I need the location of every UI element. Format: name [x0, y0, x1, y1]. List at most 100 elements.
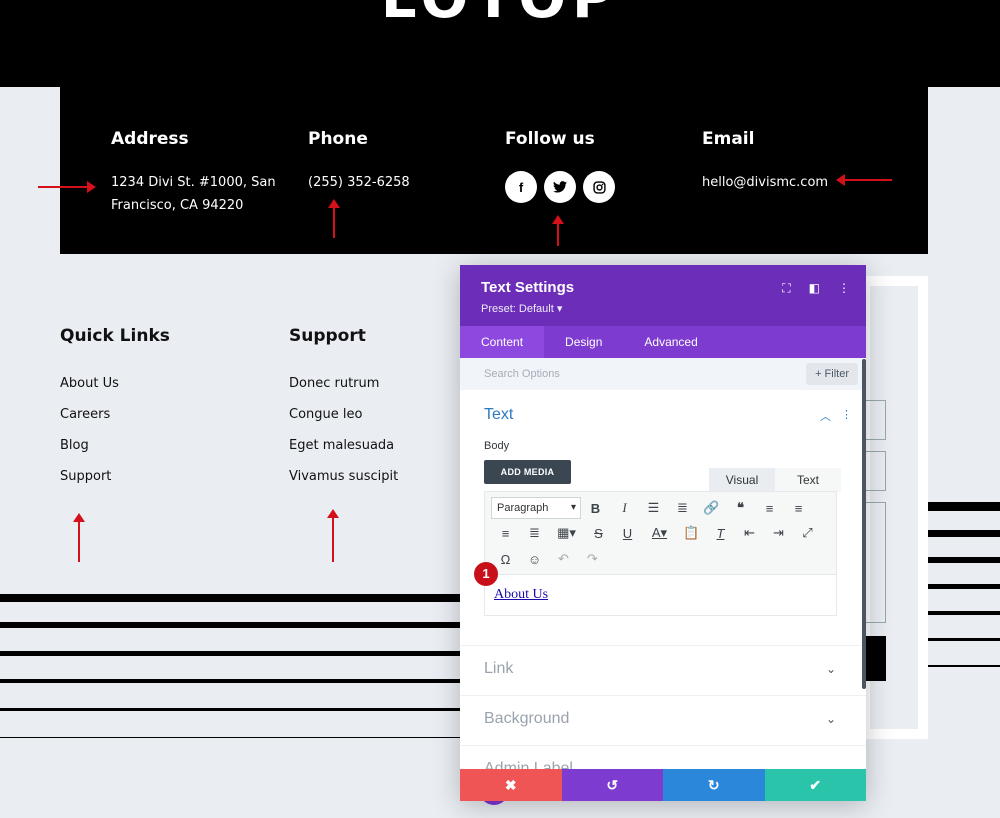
split-view-icon[interactable]: ◧ [809, 281, 820, 296]
panel-tabs: Content Design Advanced [460, 326, 866, 358]
address-text: 1234 Divi St. #1000, San Francisco, CA 94… [111, 175, 276, 213]
support-list: Donec rutrum Congue leo Eget malesuada V… [289, 376, 398, 500]
decorative-stripe [928, 638, 1000, 641]
panel-header: Text Settings Preset: Default ▾ ⛶ ◧ ⋮ [460, 265, 866, 326]
decorative-stripe [0, 708, 460, 711]
tab-content[interactable]: Content [460, 326, 545, 358]
decorative-stripe [0, 651, 460, 656]
redo-icon[interactable]: ↷ [578, 551, 607, 567]
toolbar-row: Paragraph B I ☰ ≣ 🔗 ❝ ≡ ≡ [491, 497, 813, 519]
outdent-icon[interactable]: ⇤ [735, 525, 764, 541]
table-icon[interactable]: ▦▾ [549, 525, 584, 541]
decorative-stripe [928, 611, 1000, 615]
cancel-button[interactable]: ✖ [460, 769, 562, 801]
fullscreen-icon[interactable]: ⤢ [793, 525, 822, 541]
tab-advanced[interactable]: Advanced [623, 326, 718, 358]
more-options-icon[interactable]: ⋮ [838, 281, 850, 296]
list-item[interactable]: About Us [60, 376, 170, 407]
indent-icon[interactable]: ⇥ [764, 525, 793, 541]
decorative-stripe [0, 594, 460, 602]
annotation-arrow-right [38, 181, 96, 193]
social-icons: f [505, 171, 615, 203]
step-badge: 1 [474, 562, 498, 586]
address-column: Address 1234 Divi St. #1000, San Francisc… [111, 129, 281, 217]
address-heading: Address [111, 129, 189, 149]
clear-formatting-icon[interactable]: T [706, 526, 735, 541]
filter-button[interactable]: + Filter [806, 363, 858, 385]
italic-icon[interactable]: I [610, 500, 639, 516]
text-section-title[interactable]: Text [484, 406, 513, 424]
numbered-list-icon[interactable]: ≣ [668, 500, 697, 516]
twitter-icon[interactable] [544, 171, 576, 203]
decorative-stripe [928, 530, 1000, 537]
tab-text[interactable]: Text [775, 468, 841, 492]
text-settings-panel: Text Settings Preset: Default ▾ ⛶ ◧ ⋮ Co… [460, 265, 866, 801]
bold-icon[interactable]: B [581, 501, 610, 516]
search-options-input[interactable] [460, 358, 790, 390]
email-heading: Email [702, 129, 755, 149]
list-item[interactable]: Donec rutrum [289, 376, 398, 407]
justify-icon[interactable]: ≣ [520, 525, 549, 541]
annotation-arrow-up [552, 215, 564, 246]
annotation-arrow-up [73, 513, 85, 562]
blockquote-icon[interactable]: ❝ [726, 500, 755, 516]
undo-button[interactable]: ↺ [561, 769, 663, 801]
decorative-stripe [0, 737, 460, 738]
text-color-icon[interactable]: A▾ [642, 525, 677, 541]
background-section[interactable]: Background ⌄ [460, 695, 866, 745]
instagram-icon[interactable] [583, 171, 615, 203]
align-left-icon[interactable]: ≡ [755, 501, 784, 516]
list-item[interactable]: Careers [60, 407, 170, 438]
emoji-icon[interactable]: ☺ [520, 552, 549, 567]
preset-selector[interactable]: Preset: Default ▾ [481, 302, 562, 315]
undo-icon: ↺ [606, 776, 619, 793]
list-item[interactable]: Support [60, 469, 170, 500]
decorative-stripe [928, 557, 1000, 563]
annotation-arrow-left [836, 174, 892, 186]
link-icon[interactable]: 🔗 [697, 500, 726, 516]
follow-heading: Follow us [505, 129, 595, 149]
facebook-icon[interactable]: f [505, 171, 537, 203]
underline-icon[interactable]: U [613, 526, 642, 541]
background-section-title: Background [484, 710, 570, 727]
phone-text: (255) 352-6258 [308, 175, 410, 190]
decorative-stripe [0, 622, 460, 628]
decorative-stripe [928, 665, 1000, 667]
panel-scrollbar[interactable] [862, 359, 866, 689]
chevron-down-icon: ⌄ [825, 662, 836, 676]
search-row: + Filter [460, 358, 866, 390]
align-center-icon[interactable]: ≡ [784, 501, 813, 516]
redo-button[interactable]: ↻ [663, 769, 765, 801]
panel-header-icons: ⛶ ◧ ⋮ [782, 281, 850, 296]
editor-toolbar: Paragraph B I ☰ ≣ 🔗 ❝ ≡ ≡ ≡ ≣ ▦▾ S U A▾ [485, 492, 836, 575]
decorative-stripe [0, 679, 460, 683]
tab-design[interactable]: Design [544, 326, 623, 358]
more-options-icon[interactable]: ⋮ [841, 408, 852, 424]
special-character-icon[interactable]: Ω [491, 552, 520, 567]
format-select[interactable]: Paragraph [491, 497, 581, 519]
editor-content[interactable]: About Us [485, 575, 836, 613]
support-column: Support Donec rutrum Congue leo Eget mal… [289, 326, 398, 500]
undo-icon[interactable]: ↶ [549, 551, 578, 567]
toolbar-row: Ω ☺ ↶ ↷ [491, 551, 607, 567]
body-label: Body [484, 440, 510, 452]
list-item[interactable]: Congue leo [289, 407, 398, 438]
about-us-link[interactable]: About Us [494, 587, 548, 602]
list-item[interactable]: Vivamus suscipit [289, 469, 398, 500]
strikethrough-icon[interactable]: S [584, 526, 613, 541]
paste-icon[interactable]: 📋 [677, 525, 706, 541]
close-icon: ✖ [504, 776, 517, 793]
tab-visual[interactable]: Visual [709, 468, 775, 492]
chevron-up-icon[interactable]: ︿ [820, 408, 831, 424]
redo-icon: ↻ [707, 776, 720, 793]
text-section-icons: ︿ ⋮ [820, 408, 852, 424]
bullet-list-icon[interactable]: ☰ [639, 500, 668, 516]
add-media-button[interactable]: ADD MEDIA [484, 460, 571, 484]
list-item[interactable]: Blog [60, 438, 170, 469]
list-item[interactable]: Eget malesuada [289, 438, 398, 469]
link-section[interactable]: Link ⌄ [460, 645, 866, 695]
fullscreen-icon[interactable]: ⛶ [782, 281, 790, 296]
align-right-icon[interactable]: ≡ [491, 526, 520, 541]
editor-mode-tabs: Visual Text [709, 468, 841, 492]
save-button[interactable]: ✔ [764, 769, 866, 801]
